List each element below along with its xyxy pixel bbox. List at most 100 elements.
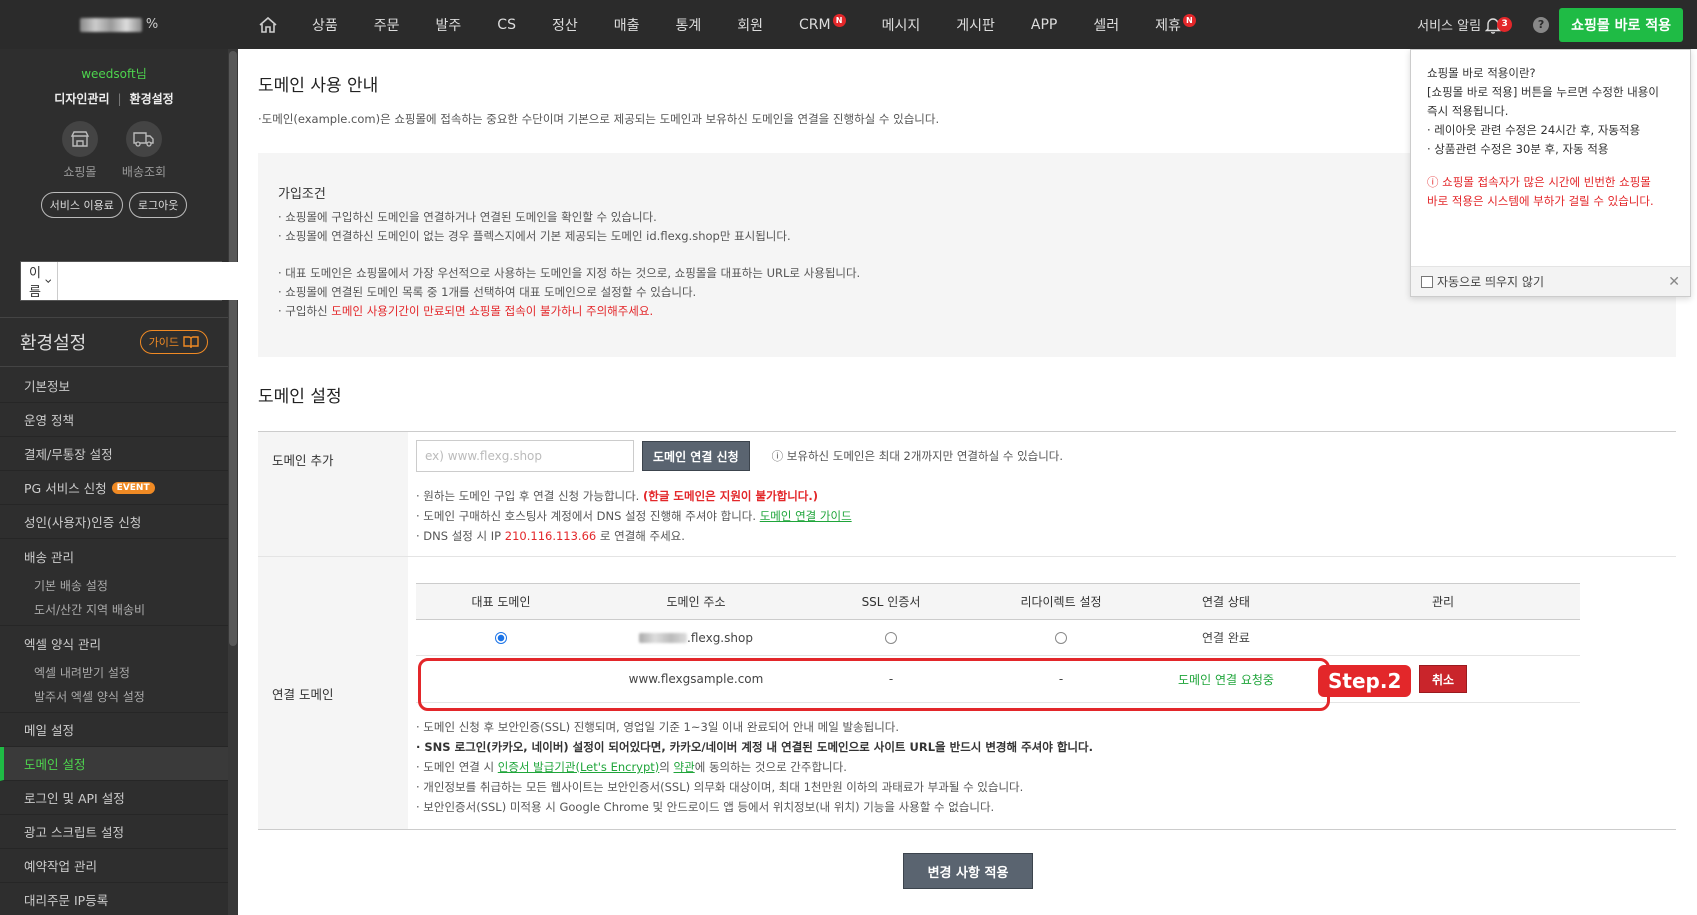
menu-excel-format[interactable]: 엑셀 양식 관리 [0, 626, 228, 660]
table-row: .flexg.shop 연결 완료 [416, 620, 1580, 656]
top-navigation-bar: % 상품 주문 발주 CS 정산 매출 통계 회원 CRM N 메시지 게시판 A… [0, 0, 1697, 49]
close-icon[interactable]: ✕ [1668, 274, 1680, 290]
design-management-link[interactable]: 디자인관리 [54, 92, 109, 106]
chevron-down-icon [44, 279, 51, 283]
tooltip-content: 쇼핑몰 바로 적용이란? [쇼핑몰 바로 적용] 버튼을 누르면 수정한 내용이… [1411, 50, 1690, 225]
load-warning: ⓘ 쇼핑몰 접속자가 많은 시간에 빈번한 쇼핑몰 [1427, 175, 1651, 189]
sidebar-search-input[interactable] [57, 262, 241, 300]
nav-orders[interactable]: 주문 [356, 0, 418, 49]
nav-seller[interactable]: 셀러 [1075, 0, 1137, 49]
menu-remote-area-shipping[interactable]: 도서/산간 지역 배송비 [0, 598, 228, 626]
help-icon[interactable]: ? [1533, 16, 1550, 33]
sidebar-scrollbar[interactable] [228, 49, 238, 915]
logout-button[interactable]: 로그아웃 [128, 192, 188, 218]
apply-to-shop-button[interactable]: 쇼핑몰 바로 적용 [1559, 7, 1683, 42]
nav-cs[interactable]: CS [479, 0, 534, 49]
delivery-tracking-shortcut[interactable]: 배송조회 [122, 121, 166, 180]
home-button[interactable] [248, 0, 288, 49]
quick-icons: 쇼핑몰 배송조회 [0, 121, 228, 180]
domain-settings-form: 도메인 추가 도메인 연결 신청 ⓘ 보유하신 도메인은 최대 2개까지만 연결… [258, 431, 1676, 830]
ssl-radio[interactable] [885, 632, 897, 644]
linked-domain-label: 연결 도메인 [258, 557, 408, 829]
service-fee-button[interactable]: 서비스 이용료 [40, 192, 123, 218]
user-panel: weedsoft님 디자인관리 | 환경설정 쇼핑몰 배송조회 서비스 이용료 로그… [0, 49, 228, 218]
menu-proxy-order-ip[interactable]: 대리주문 IP등록 [0, 883, 228, 915]
cancel-button[interactable]: 취소 [1418, 665, 1468, 693]
store-icon [61, 121, 98, 157]
dont-show-again-checkbox[interactable]: 자동으로 띄우지 않기 [1421, 273, 1544, 290]
new-badge: N [832, 14, 846, 27]
add-domain-label: 도메인 추가 [258, 432, 408, 556]
user-name: weedsoft님 [81, 67, 147, 81]
menu-excel-download[interactable]: 엑셀 내려받기 설정 [0, 660, 228, 685]
step-label: Step.2 [1318, 665, 1412, 697]
guide-button[interactable]: 가이드 [139, 330, 208, 354]
menu-ad-script[interactable]: 광고 스크립트 설정 [0, 815, 228, 849]
terms-link[interactable]: 약관 [674, 760, 695, 774]
nav-partnership[interactable]: 제휴 N [1137, 0, 1214, 49]
nav-board[interactable]: 게시판 [938, 0, 1013, 49]
menu-operation-policy[interactable]: 운영 정책 [0, 403, 228, 437]
sidebar-search: 이름 [20, 261, 257, 301]
redirect-radio[interactable] [1055, 632, 1067, 644]
service-alarm[interactable]: 서비스 알림 3 [1417, 14, 1513, 36]
search-type-select[interactable]: 이름 [21, 262, 58, 300]
menu-payment-settings[interactable]: 결제/무통장 설정 [0, 437, 228, 471]
tooltip-footer: 자동으로 띄우지 않기 ✕ [1411, 266, 1690, 296]
menu-mail-settings[interactable]: 메일 설정 [0, 713, 228, 747]
table-header: 대표 도메인 도메인 주소 SSL 인증서 리다이렉트 설정 연결 상태 관리 [416, 584, 1580, 620]
menu-pg-service[interactable]: PG 서비스 신청 EVENT [0, 471, 228, 505]
nav-statistics[interactable]: 통계 [658, 0, 720, 49]
menu-domain-settings[interactable]: 도메인 설정 [0, 747, 228, 781]
top-right-actions: 서비스 알림 3 ? 쇼핑몰 바로 적용 [1417, 0, 1683, 49]
domain-address: www.flexgsample.com [628, 672, 764, 686]
menu-adult-auth[interactable]: 성인(사용자)인증 신청 [0, 505, 228, 539]
event-badge: EVENT [111, 481, 155, 494]
domain-guide-description: ·도메인(example.com)은 쇼핑몰에 접속하는 중요한 수단이며 기본… [258, 112, 940, 126]
expiry-warning: 도메인 사용기간이 만료되면 쇼핑몰 접속이 불가하니 주의해주세요. [331, 304, 654, 318]
section-title: 환경설정 [20, 333, 87, 354]
logo-mark: % [145, 17, 159, 32]
sidebar-section-header: 환경설정 가이드 [0, 317, 228, 367]
shop-shortcut[interactable]: 쇼핑몰 [61, 121, 98, 180]
domain-guide-title: 도메인 사용 안내 [258, 76, 379, 96]
linked-domain-row: 연결 도메인 대표 도메인 도메인 주소 SSL 인증서 리다이렉트 설정 연결… [258, 557, 1676, 829]
checkbox-icon [1421, 275, 1433, 288]
settings-menu: 기본정보 운영 정책 결제/무통장 설정 PG 서비스 신청 EVENT 성인(사… [0, 369, 228, 915]
dns-ip: 210.116.113.66 [504, 529, 597, 543]
domain-input[interactable] [416, 440, 634, 472]
primary-domain-radio[interactable] [495, 632, 507, 644]
menu-login-api[interactable]: 로그인 및 API 설정 [0, 781, 228, 815]
menu-po-excel-format[interactable]: 발주서 엑셀 양식 설정 [0, 685, 228, 713]
nav-app[interactable]: APP [1013, 0, 1075, 49]
menu-basic-shipping[interactable]: 기본 배송 설정 [0, 573, 228, 598]
account-buttons: 서비스 이용료 로그아웃 [0, 192, 228, 218]
home-icon [259, 16, 277, 33]
nav-products[interactable]: 상품 [294, 0, 356, 49]
apply-changes-button[interactable]: 변경 사항 적용 [903, 853, 1033, 889]
nav-crm[interactable]: CRM N [781, 0, 864, 49]
nav-messages[interactable]: 메시지 [864, 0, 939, 49]
request-domain-connection-button[interactable]: 도메인 연결 신청 [642, 441, 750, 471]
certificate-authority-link[interactable]: 인증서 발급기관(Let's Encrypt) [498, 760, 660, 774]
nav-purchase-orders[interactable]: 발주 [418, 0, 480, 49]
menu-shipping[interactable]: 배송 관리 [0, 539, 228, 573]
scrollbar-thumb[interactable] [229, 51, 237, 646]
nav-sales[interactable]: 매출 [596, 0, 658, 49]
settings-link[interactable]: 환경설정 [130, 92, 174, 106]
nav-settlement[interactable]: 정산 [534, 0, 596, 49]
new-badge: N [1182, 14, 1196, 27]
menu-scheduled-jobs[interactable]: 예약작업 관리 [0, 849, 228, 883]
connection-status: 연결 완료 [1202, 631, 1250, 645]
apply-now-tooltip: 쇼핑몰 바로 적용이란? [쇼핑몰 바로 적용] 버튼을 누르면 수정한 내용이… [1410, 49, 1691, 297]
add-domain-notes: · 원하는 도메인 구입 후 연결 신청 가능합니다. (한글 도메인은 지원이… [416, 489, 852, 543]
nav-members[interactable]: 회원 [719, 0, 781, 49]
sidebar: weedsoft님 디자인관리 | 환경설정 쇼핑몰 배송조회 서비스 이용료 로그… [0, 49, 257, 915]
logo[interactable]: % [0, 0, 238, 49]
domain-connection-guide-link[interactable]: 도메인 연결 가이드 [760, 509, 852, 523]
book-icon [183, 336, 199, 348]
korean-domain-warning: (한글 도메인은 지원이 불가합니다.) [643, 489, 819, 503]
domain-settings-title: 도메인 설정 [258, 387, 342, 407]
menu-basic-info[interactable]: 기본정보 [0, 369, 228, 403]
connection-status: 도메인 연결 요청중 [1178, 672, 1274, 687]
